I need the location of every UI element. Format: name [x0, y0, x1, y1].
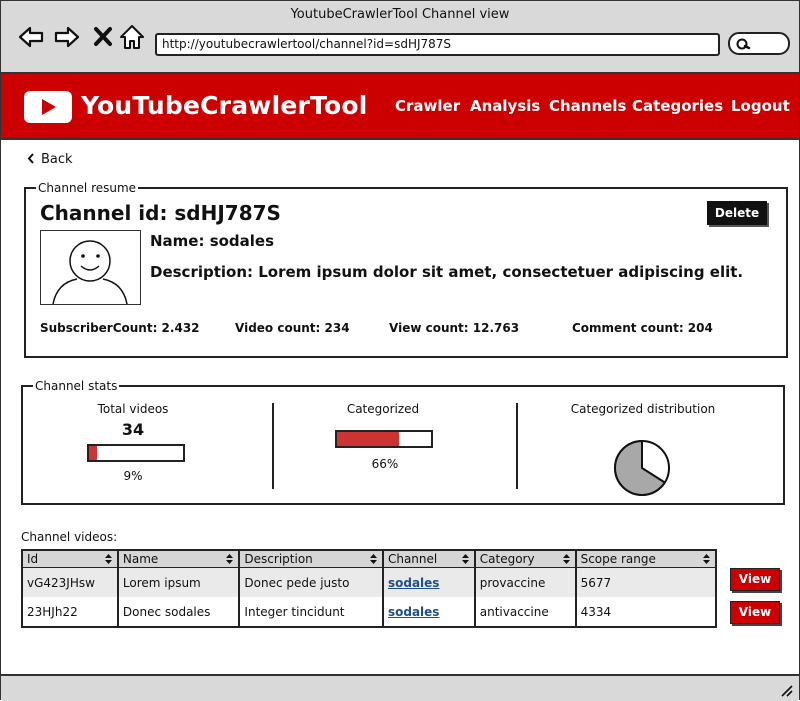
- back-link[interactable]: Back: [27, 152, 73, 167]
- column-header-label: Scope range: [580, 552, 656, 566]
- status-bar: [1, 674, 799, 701]
- column-header-name[interactable]: Name: [117, 550, 241, 568]
- channel-resume-panel: Channel resume Channel id: sdHJ787S Dele…: [24, 181, 788, 358]
- youtube-logo-icon: [24, 91, 72, 123]
- categorized-progress-bar: [335, 430, 433, 448]
- close-x-icon[interactable]: [90, 23, 118, 51]
- cell-id: vG423JHsw: [22, 567, 119, 597]
- view-button[interactable]: View: [730, 568, 780, 591]
- table-row: 23HJh22 Donec sodales Integer tincidunt …: [22, 597, 718, 627]
- total-videos-percent: 9%: [123, 469, 143, 483]
- column-header-id[interactable]: Id: [22, 550, 119, 568]
- videos-table: Id Name Description Channel Category Sco…: [21, 549, 718, 628]
- categorized-percent: 66%: [371, 457, 399, 471]
- video-count: Video count: 234: [235, 321, 350, 335]
- comment-count: Comment count: 204: [572, 321, 713, 335]
- search-icon: [736, 38, 751, 50]
- table-header-row: Id Name Description Channel Category Sco…: [22, 550, 718, 568]
- cell-name: Donec sodales: [117, 597, 241, 627]
- sort-icon: [369, 554, 377, 564]
- sort-icon: [703, 554, 710, 564]
- channel-stats-legend: Channel stats: [35, 379, 118, 393]
- cell-description: Integer tincidunt: [239, 597, 384, 627]
- nav-analysis[interactable]: Analysis: [470, 97, 540, 115]
- total-videos-progress-bar: [87, 444, 185, 462]
- browser-window: YoutubeCrawlerTool Channel view http://y…: [0, 0, 800, 701]
- cell-channel: sodales: [382, 597, 476, 627]
- column-header-channel[interactable]: Channel: [382, 550, 476, 568]
- channel-id-title: Channel id: sdHJ787S: [40, 201, 281, 225]
- column-header-label: Name: [122, 552, 159, 566]
- forward-arrow-icon[interactable]: [53, 23, 81, 51]
- browser-chrome: YoutubeCrawlerTool Channel view http://y…: [1, 1, 799, 74]
- cell-category: antivaccine: [474, 597, 577, 627]
- cell-category: provaccine: [474, 567, 577, 597]
- distribution-title: Categorized distribution: [570, 402, 716, 416]
- cell-scope-range: 4334: [575, 597, 718, 627]
- channel-link[interactable]: sodales: [388, 605, 439, 619]
- column-header-description[interactable]: Description: [239, 550, 384, 568]
- total-videos-progress-fill: [89, 446, 98, 460]
- cell-name: Lorem ipsum: [117, 567, 241, 597]
- sort-icon: [226, 554, 234, 564]
- channel-resume-legend: Channel resume: [38, 181, 137, 195]
- user-avatar-icon: [52, 240, 128, 305]
- url-input[interactable]: http://youtubecrawlertool/channel?id=sdH…: [155, 33, 720, 56]
- cell-id: 23HJh22: [22, 597, 119, 627]
- column-header-label: Id: [27, 552, 39, 566]
- channel-description: Description: Lorem ipsum dolor sit amet,…: [150, 263, 744, 281]
- column-header-scope-range[interactable]: Scope range: [575, 550, 718, 568]
- cell-channel: sodales: [382, 567, 476, 597]
- table-row: vG423JHsw Lorem ipsum Donec pede justo s…: [22, 567, 718, 597]
- home-icon[interactable]: [118, 23, 146, 51]
- channel-name: Name: sodales: [150, 232, 275, 250]
- view-button[interactable]: View: [730, 601, 780, 624]
- subscriber-count: SubscriberCount: 2.432: [40, 321, 200, 335]
- nav-channels[interactable]: Channels: [549, 97, 626, 115]
- column-header-label: Channel: [387, 552, 438, 566]
- back-label: Back: [41, 152, 73, 167]
- nav-categories[interactable]: Categories: [632, 97, 723, 115]
- delete-button[interactable]: Delete: [707, 201, 767, 225]
- categorized-progress-fill: [337, 432, 400, 446]
- sort-icon: [562, 554, 570, 564]
- channel-videos-label: Channel videos:: [21, 530, 118, 544]
- view-count: View count: 12.763: [389, 321, 520, 335]
- browser-search-box[interactable]: [728, 32, 790, 55]
- stats-divider: [516, 403, 518, 489]
- avatar: [40, 230, 141, 305]
- chevron-left-icon: [27, 153, 34, 164]
- channel-link[interactable]: sodales: [388, 576, 439, 590]
- channel-stats-panel: Channel stats Total videos 34 9% Categor…: [21, 379, 785, 505]
- back-arrow-icon[interactable]: [17, 23, 45, 51]
- categorized-title: Categorized: [346, 402, 420, 416]
- app-header: YouTubeCrawlerTool Crawler Analysis Chan…: [1, 74, 799, 140]
- total-videos-title: Total videos: [97, 402, 169, 416]
- column-header-label: Category: [479, 552, 535, 566]
- stats-divider: [272, 403, 274, 489]
- brand-name: YouTubeCrawlerTool: [81, 91, 368, 120]
- sort-icon: [104, 554, 112, 564]
- distribution-pie-chart: [614, 440, 670, 496]
- column-header-category[interactable]: Category: [474, 550, 577, 568]
- total-videos-value: 34: [121, 420, 145, 439]
- cell-scope-range: 5677: [575, 567, 718, 597]
- column-header-label: Description: [244, 552, 313, 566]
- window-title: YoutubeCrawlerTool Channel view: [290, 7, 510, 22]
- nav-crawler[interactable]: Crawler: [395, 97, 460, 115]
- cell-description: Donec pede justo: [239, 567, 384, 597]
- sort-icon: [461, 554, 469, 564]
- resize-grip-icon[interactable]: [779, 683, 793, 697]
- nav-logout[interactable]: Logout: [731, 97, 790, 115]
